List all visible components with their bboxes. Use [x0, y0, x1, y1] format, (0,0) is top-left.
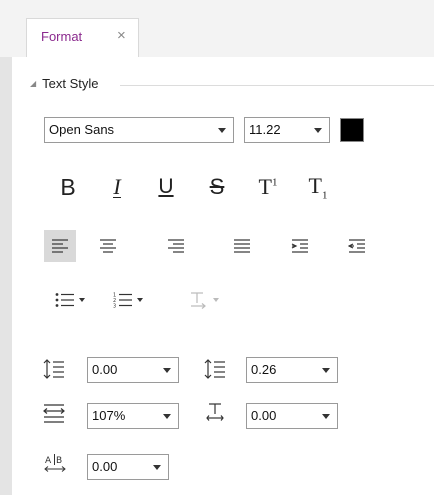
increase-indent-button[interactable] — [284, 230, 316, 262]
bold-button[interactable]: B — [52, 171, 84, 203]
numbered-list-button[interactable]: 123 — [104, 284, 152, 316]
line-spacing-after-icon — [204, 359, 225, 379]
chevron-down-icon — [137, 298, 143, 302]
chevron-down-icon — [322, 368, 330, 373]
tab-bar: Format × — [0, 0, 434, 58]
decrease-indent-icon — [348, 239, 365, 253]
superscript-mark: 1 — [271, 176, 278, 189]
line-spacing-before-dropdown[interactable]: 0.00 — [87, 357, 179, 383]
text-direction-button[interactable] — [180, 284, 228, 316]
align-center-icon — [100, 239, 116, 253]
baseline-offset-icon — [206, 403, 224, 421]
font-size-value: 11.22 — [249, 122, 281, 137]
chevron-down-icon — [153, 465, 161, 470]
chevron-down-icon — [213, 298, 219, 302]
font-color-swatch[interactable] — [340, 118, 364, 142]
bold-icon: B — [60, 173, 76, 200]
align-right-button[interactable] — [160, 230, 192, 262]
align-right-icon — [168, 239, 184, 253]
underline-icon: U — [158, 175, 174, 198]
chevron-down-icon — [218, 128, 226, 133]
subscript-mark: 1 — [321, 189, 328, 202]
align-left-button[interactable] — [44, 230, 76, 262]
chevron-down-icon — [163, 368, 171, 373]
line-spacing-after-dropdown[interactable]: 0.26 — [246, 357, 338, 383]
baseline-offset-value: 0.00 — [251, 408, 277, 423]
line-spacing-before-value: 0.00 — [92, 362, 118, 377]
chevron-down-icon — [314, 128, 322, 133]
chevron-down-icon — [79, 298, 85, 302]
align-center-button[interactable] — [92, 230, 124, 262]
svg-text:3: 3 — [113, 304, 116, 309]
underline-button[interactable]: U — [150, 171, 182, 203]
decrease-indent-button[interactable] — [341, 230, 373, 262]
align-left-icon — [52, 239, 68, 253]
superscript-icon: T1 — [259, 174, 278, 200]
italic-icon: I — [113, 173, 121, 199]
character-spacing-value: 0.00 — [92, 459, 118, 474]
collapse-triangle-icon[interactable]: ◢ — [30, 79, 36, 88]
line-spacing-before-icon — [43, 359, 64, 379]
tab-format[interactable]: Format × — [26, 18, 139, 57]
justify-button[interactable] — [226, 230, 258, 262]
text-direction-icon — [191, 292, 206, 309]
line-spacing-after-value: 0.26 — [251, 362, 277, 377]
strikethrough-button[interactable]: S — [201, 171, 233, 203]
chevron-down-icon — [322, 414, 330, 419]
font-family-dropdown[interactable]: Open Sans — [44, 117, 234, 143]
character-scale-icon — [43, 404, 65, 423]
close-icon[interactable]: × — [117, 27, 126, 44]
text-style-section-header[interactable]: ◢ Text Style — [30, 76, 99, 91]
justify-icon — [234, 239, 250, 253]
character-spacing-dropdown[interactable]: 0.00 — [87, 454, 169, 480]
panel-left-rail — [0, 57, 12, 495]
increase-indent-icon — [291, 239, 308, 253]
subscript-icon: T1 — [309, 173, 328, 201]
chevron-down-icon — [163, 414, 171, 419]
section-title: Text Style — [42, 76, 99, 91]
character-spacing-icon: AB — [44, 454, 66, 472]
italic-button[interactable]: I — [101, 171, 133, 203]
section-divider — [120, 85, 434, 86]
character-scale-value: 107% — [92, 408, 126, 423]
numbered-list-icon: 123 — [113, 293, 132, 309]
bullet-list-button[interactable] — [46, 284, 94, 316]
svg-text:B: B — [56, 456, 62, 466]
character-scale-dropdown[interactable]: 107% — [87, 403, 179, 429]
bullet-list-icon — [55, 293, 74, 307]
subscript-button[interactable]: T1 — [302, 171, 334, 203]
font-size-dropdown[interactable]: 11.22 — [244, 117, 330, 143]
tab-format-label: Format — [41, 29, 83, 44]
subscript-letter: T — [308, 172, 322, 198]
strikethrough-icon: S — [209, 174, 225, 199]
baseline-offset-dropdown[interactable]: 0.00 — [246, 403, 338, 429]
svg-text:A: A — [45, 456, 52, 466]
superscript-letter: T — [258, 174, 272, 199]
font-family-value: Open Sans — [49, 122, 115, 137]
superscript-button[interactable]: T1 — [252, 171, 284, 203]
